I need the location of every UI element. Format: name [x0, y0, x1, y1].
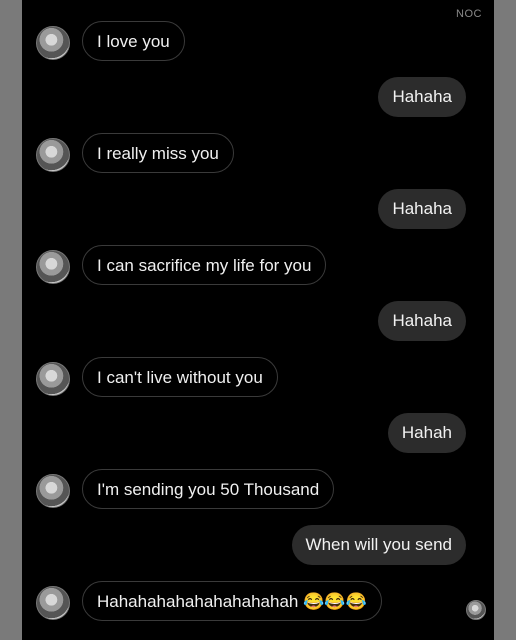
seen-receipt-avatar: [466, 600, 486, 620]
incoming-message[interactable]: I really miss you: [82, 133, 234, 173]
message-text: I'm sending you 50 Thousand: [97, 480, 320, 499]
incoming-message[interactable]: I'm sending you 50 Thousand: [82, 469, 335, 509]
message-text: Hahah: [401, 423, 452, 442]
incoming-message[interactable]: I love you: [82, 21, 185, 61]
contact-avatar[interactable]: [36, 474, 70, 508]
laughing-emoji-icon: 😂😂😂: [303, 592, 367, 611]
message-text: I really miss you: [97, 144, 219, 163]
message-text: I can't live without you: [97, 368, 263, 387]
incoming-message[interactable]: Hahahahahahahahahahah 😂😂😂: [82, 581, 382, 621]
contact-avatar[interactable]: [36, 250, 70, 284]
contact-avatar[interactable]: [36, 586, 70, 620]
message-text: I can sacrifice my life for you: [97, 256, 312, 275]
message-text: Hahaha: [392, 87, 452, 106]
message-text: Hahaha: [392, 311, 452, 330]
chat-screen: NOC I love you Hahaha I really miss you …: [22, 0, 494, 640]
outgoing-message[interactable]: When will you send: [291, 525, 466, 565]
outgoing-message[interactable]: Hahah: [387, 413, 466, 453]
message-text: Hahahahahahahahahahah: [97, 592, 299, 611]
contact-avatar[interactable]: [36, 362, 70, 396]
incoming-message[interactable]: I can't live without you: [82, 357, 278, 397]
message-text: When will you send: [305, 535, 452, 554]
outgoing-message[interactable]: Hahaha: [378, 189, 466, 229]
outgoing-message[interactable]: Hahaha: [378, 301, 466, 341]
outgoing-message[interactable]: Hahaha: [378, 77, 466, 117]
message-text: Hahaha: [392, 199, 452, 218]
watermark: NOC: [456, 8, 482, 20]
message-text: I love you: [97, 32, 170, 51]
contact-avatar[interactable]: [36, 138, 70, 172]
incoming-message[interactable]: I can sacrifice my life for you: [82, 245, 327, 285]
contact-avatar[interactable]: [36, 26, 70, 60]
